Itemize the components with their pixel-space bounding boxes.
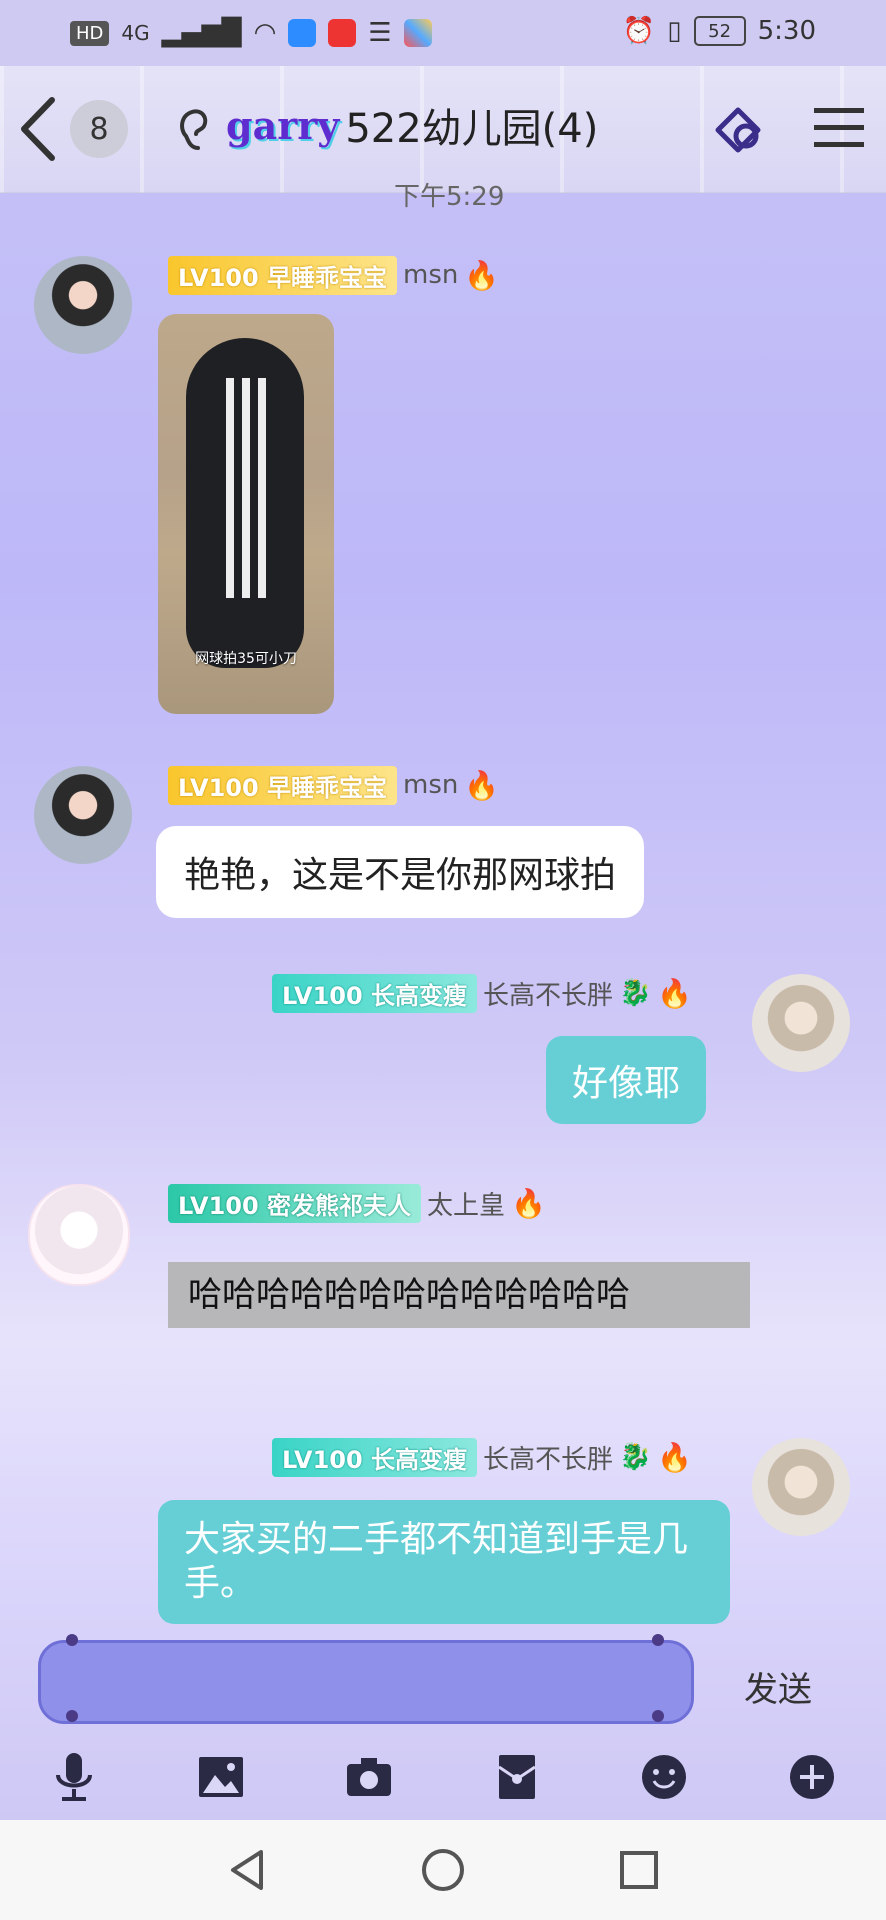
chat-title-group: garry 522幼儿园(4) [226, 96, 598, 154]
status-right: ⏰ ▯ 52 5:30 [623, 16, 816, 46]
group-logo: garry [226, 102, 340, 148]
message-bubble[interactable]: 艳艳，这是不是你那网球拍 [156, 826, 645, 918]
photo-message[interactable]: 网球拍35可小刀 [158, 314, 334, 714]
level-text: LV100 [282, 981, 363, 1010]
dragon-icon: 🐉 [619, 1442, 652, 1472]
title-tag: 长高变瘦 [371, 1445, 468, 1474]
dragon-icon: 🐉 [619, 978, 652, 1008]
message-bubble[interactable]: 大家买的二手都不知道到手是几手。 [158, 1500, 730, 1624]
app-color-icon [403, 19, 432, 47]
send-button[interactable]: 发送 [744, 1662, 812, 1711]
wifi-icon: ◠ [253, 18, 277, 48]
sender-nickname: 长高不长胖 [483, 1444, 614, 1475]
sender-nickname: msn [403, 260, 459, 290]
battery-icon: 52 [693, 16, 746, 46]
level-badge: LV100 密发熊祁夫人 [168, 1183, 422, 1223]
photo-caption: 网球拍35可小刀 [195, 651, 297, 667]
app-red-icon [328, 19, 357, 47]
app-w-icon [288, 19, 317, 47]
hd-label: HD [70, 20, 110, 46]
racket-bag-image [186, 338, 304, 668]
stripe [242, 378, 250, 598]
group-share-icon[interactable] [708, 100, 768, 160]
sender-row: LV100 密发熊祁夫人 太上皇 🔥 [168, 1183, 546, 1223]
level-text: LV100 [178, 263, 259, 292]
status-left: HD 4G ▂▄▆█ ◠ ☰ [70, 18, 432, 48]
nav-back-icon[interactable] [223, 1846, 271, 1894]
sender-nickname: msn [403, 770, 459, 800]
nav-home-icon[interactable] [419, 1846, 467, 1894]
level-text: LV100 [178, 773, 259, 802]
input-corner-dot [652, 1710, 664, 1722]
avatar[interactable] [28, 1184, 130, 1286]
sender-nickname: 太上皇 [427, 1190, 506, 1221]
sender-nickname: 长高不长胖 [483, 980, 614, 1011]
emoji-icon[interactable] [636, 1749, 692, 1805]
network-label: 4G [121, 21, 150, 45]
fire-icon: 🔥 [464, 768, 500, 802]
sender-row: LV100 早睡乖宝宝 msn 🔥 [168, 255, 500, 295]
stripe [258, 378, 266, 598]
sender-row: LV100 长高变瘦 长高不长胖 🐉 🔥 [272, 1437, 693, 1477]
message-bubble[interactable]: 哈哈哈哈哈哈哈哈哈哈哈哈哈 [168, 1262, 750, 1328]
title-tag: 早睡乖宝宝 [267, 263, 388, 292]
redpacket-icon[interactable] [489, 1749, 545, 1805]
app-text-icon: ☰ [368, 18, 392, 48]
signal-icon: ▂▄▆█ [161, 18, 242, 48]
level-badge: LV100 早睡乖宝宝 [168, 765, 398, 805]
level-text: LV100 [178, 1191, 259, 1220]
camera-icon[interactable] [341, 1749, 397, 1805]
mic-icon[interactable] [46, 1749, 102, 1805]
nav-recents-icon[interactable] [615, 1846, 663, 1894]
avatar[interactable] [752, 1438, 850, 1536]
image-icon[interactable] [193, 1749, 249, 1805]
sender-row: LV100 早睡乖宝宝 msn 🔥 [168, 765, 500, 805]
level-badge: LV100 早睡乖宝宝 [168, 255, 398, 295]
alarm-icon: ⏰ [622, 16, 656, 46]
fire-icon: 🔥 [511, 1186, 546, 1220]
fire-icon: 🔥 [657, 976, 693, 1010]
unread-badge: 8 [70, 100, 128, 158]
input-corner-dot [66, 1634, 78, 1646]
vibrate-icon: ▯ [667, 16, 682, 46]
timestamp: 下午5:29 [394, 182, 505, 212]
level-badge: LV100 长高变瘦 [272, 973, 478, 1013]
input-toolbar [0, 1734, 886, 1820]
avatar[interactable] [752, 974, 850, 1072]
chat-title: 522幼儿园(4) [345, 106, 599, 152]
title-tag: 长高变瘦 [371, 981, 468, 1010]
fire-icon: 🔥 [657, 1440, 693, 1474]
level-text: LV100 [282, 1445, 363, 1474]
menu-icon[interactable] [812, 104, 866, 152]
stripe [226, 378, 234, 598]
input-corner-dot [66, 1710, 78, 1722]
system-nav-bar [0, 1820, 886, 1920]
message-bubble[interactable]: 好像耶 [546, 1036, 707, 1124]
message-input[interactable] [38, 1640, 694, 1724]
sender-row: LV100 长高变瘦 长高不长胖 🐉 🔥 [272, 973, 693, 1013]
title-tag: 早睡乖宝宝 [267, 773, 388, 802]
ear-icon[interactable] [174, 104, 210, 154]
status-bar: HD 4G ▂▄▆█ ◠ ☰ ⏰ ▯ 52 5:30 [0, 0, 886, 66]
level-badge: LV100 长高变瘦 [272, 1437, 478, 1477]
avatar[interactable] [34, 766, 132, 864]
input-corner-dot [652, 1634, 664, 1646]
title-tag: 密发熊祁夫人 [267, 1191, 412, 1220]
status-time: 5:30 [757, 16, 816, 46]
back-arrow-icon[interactable] [16, 94, 60, 164]
plus-icon[interactable] [784, 1749, 840, 1805]
fire-icon: 🔥 [464, 258, 500, 292]
avatar[interactable] [34, 256, 132, 354]
